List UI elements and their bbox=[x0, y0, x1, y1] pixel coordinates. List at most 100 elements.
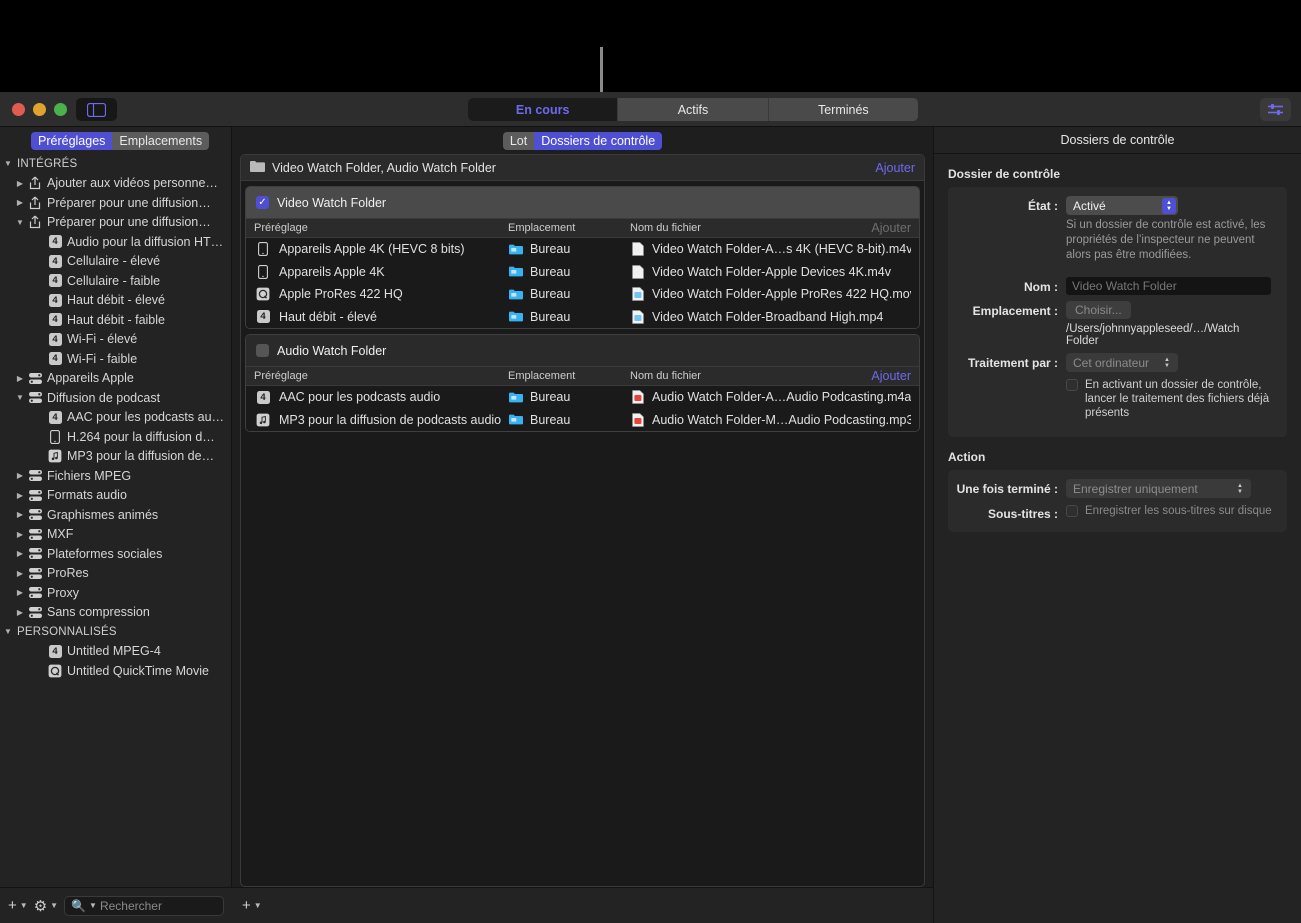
tab-en-cours[interactable]: En cours bbox=[468, 98, 619, 121]
sidebar-item-aac-pour-les-podcasts-au[interactable]: 4 AAC pour les podcasts au… bbox=[0, 408, 231, 428]
state-select[interactable]: Activé ▲ ▼ bbox=[1066, 196, 1178, 215]
sidebar-item-mp3-pour-la-diffusion-de[interactable]: MP3 pour la diffusion de… bbox=[0, 447, 231, 467]
mp4-icon: 4 bbox=[46, 352, 64, 366]
table-row[interactable]: 4 Haut débit - élevé Bureau Video Watch Fol… bbox=[246, 306, 919, 329]
sidebar-item-label: Cellulaire - élevé bbox=[67, 254, 161, 269]
preset-group-icon bbox=[26, 489, 44, 502]
plus-icon: + bbox=[242, 897, 251, 914]
sidebar-tab-emplacements[interactable]: Emplacements bbox=[112, 131, 210, 150]
preset-group-icon bbox=[26, 586, 44, 599]
sidebar-item-prores[interactable]: ▶ ProRes bbox=[0, 564, 231, 584]
sidebar-item-ajouter-aux-vid-os-personne[interactable]: ▶ Ajouter aux vidéos personne… bbox=[0, 174, 231, 194]
checkbox-icon[interactable] bbox=[256, 344, 269, 357]
preset-group-icon bbox=[26, 528, 44, 541]
table-row[interactable]: 4 AAC pour les podcasts audio Bureau Audio … bbox=[246, 386, 919, 409]
table-row[interactable]: Appareils Apple 4K (HEVC 8 bits) Bureau Vi… bbox=[246, 238, 919, 261]
sidebar-item-appareils-apple[interactable]: ▶ Appareils Apple bbox=[0, 369, 231, 389]
tab-termines[interactable]: Terminés bbox=[768, 98, 918, 121]
chevron-right-icon: ▶ bbox=[16, 490, 24, 500]
sidebar-item-haut-d-bit-lev[interactable]: 4 Haut débit - élevé bbox=[0, 291, 231, 311]
sidebar-item-h-264-pour-la-diffusion-d[interactable]: H.264 pour la diffusion d… bbox=[0, 427, 231, 447]
location-name: Bureau bbox=[530, 412, 571, 427]
window-titlebar: En cours Actifs Terminés bbox=[0, 92, 1301, 127]
mp4-icon: 4 bbox=[254, 310, 272, 324]
mp4-icon: 4 bbox=[46, 274, 64, 288]
batch-watchfolders-segmented-control[interactable]: Lot Dossiers de contrôle bbox=[502, 131, 663, 150]
sidebar-panel-icon[interactable] bbox=[76, 98, 117, 121]
tab-actifs[interactable]: Actifs bbox=[618, 98, 769, 121]
sidebar-item-pr-parer-pour-une-diffusion[interactable]: ▶ Préparer pour une diffusion… bbox=[0, 193, 231, 213]
presets-tree[interactable]: ▼ INTÉGRÉS ▶ Ajouter aux vidéos personne… ▶ P… bbox=[0, 154, 231, 887]
tab-dossiers-de-controle[interactable]: Dossiers de contrôle bbox=[534, 131, 663, 150]
sidebar-item-wi-fi-lev[interactable]: 4 Wi-Fi - élevé bbox=[0, 330, 231, 350]
when-done-select-value: Enregistrer uniquement bbox=[1073, 481, 1198, 496]
state-select-value: Activé bbox=[1073, 198, 1106, 213]
sidebar-item-proxy[interactable]: ▶ Proxy bbox=[0, 583, 231, 603]
sidebar-item-graphismes-anim-s[interactable]: ▶ Graphismes animés bbox=[0, 505, 231, 525]
sidebar-item-formats-audio[interactable]: ▶ Formats audio bbox=[0, 486, 231, 506]
inspector-title: Dossiers de contrôle bbox=[934, 127, 1301, 154]
name-label: Nom : bbox=[1024, 280, 1058, 294]
m4v-file-icon bbox=[630, 242, 645, 256]
checkbox-icon[interactable]: ✓ bbox=[256, 196, 269, 209]
existing-files-label: En activant un dossier de contrôle, lanc… bbox=[1085, 379, 1270, 419]
when-done-select[interactable]: Enregistrer uniquement ▲ ▼ bbox=[1066, 479, 1251, 498]
sidebar-item-sans-compression[interactable]: ▶ Sans compression bbox=[0, 603, 231, 623]
sidebar-item-untitled-quicktime-movie[interactable]: Untitled QuickTime Movie bbox=[0, 661, 231, 681]
watch-folder-group-name: Video Watch Folder bbox=[277, 195, 387, 210]
watch-folder-group-header[interactable]: Audio Watch Folder bbox=[246, 335, 919, 366]
tab-lot[interactable]: Lot bbox=[502, 131, 535, 150]
sidebar-segmented-control[interactable]: Préréglages Emplacements bbox=[31, 131, 210, 150]
sidebar-item-fichiers-mpeg[interactable]: ▶ Fichiers MPEG bbox=[0, 466, 231, 486]
processing-row: Traitement par : Cet ordinateur ▲ ▼ bbox=[948, 353, 1287, 372]
cell-location: Bureau bbox=[508, 242, 630, 256]
sidebar-item-mxf[interactable]: ▶ MXF bbox=[0, 525, 231, 545]
sidebar-item-label: Ajouter aux vidéos personne… bbox=[47, 176, 218, 191]
minimize-button[interactable] bbox=[33, 103, 46, 116]
cell-filename: Audio Watch Folder-A…Audio Podcasting.m4… bbox=[630, 390, 911, 404]
sidebar-item-plateformes-sociales[interactable]: ▶ Plateformes sociales bbox=[0, 544, 231, 564]
processing-select[interactable]: Cet ordinateur ▲ ▼ bbox=[1066, 353, 1178, 372]
sliders-icon[interactable] bbox=[1260, 98, 1291, 121]
preset-settings-button[interactable]: ⚙ ▼ bbox=[34, 897, 58, 915]
add-preset-link[interactable]: Ajouter bbox=[871, 221, 911, 235]
close-button[interactable] bbox=[12, 103, 25, 116]
sidebar-item-haut-d-bit-faible[interactable]: 4 Haut débit - faible bbox=[0, 310, 231, 330]
add-preset-link[interactable]: Ajouter bbox=[871, 369, 911, 383]
chevron-right-icon: ▶ bbox=[16, 198, 24, 208]
choose-location-button[interactable]: Choisir... bbox=[1066, 301, 1131, 319]
add-job-button[interactable]: + ▼ bbox=[242, 897, 262, 914]
job-status-tabs[interactable]: En cours Actifs Terminés bbox=[468, 98, 918, 121]
maximize-button[interactable] bbox=[54, 103, 67, 116]
sidebar-tab-prereglages[interactable]: Préréglages bbox=[31, 131, 113, 150]
file-name: Audio Watch Folder-M…Audio Podcasting.mp… bbox=[652, 412, 911, 427]
table-row[interactable]: Apple ProRes 422 HQ Bureau Video Watch Fol… bbox=[246, 283, 919, 306]
location-name: Bureau bbox=[530, 390, 571, 405]
folder-icon bbox=[508, 266, 524, 277]
sidebar-item-label: H.264 pour la diffusion d… bbox=[67, 429, 215, 444]
sidebar-item-audio-pour-la-diffusion-ht[interactable]: 4 Audio pour la diffusion HT… bbox=[0, 232, 231, 252]
add-watch-folder-link[interactable]: Ajouter bbox=[875, 161, 915, 175]
chevron-right-icon: ▶ bbox=[16, 529, 24, 539]
preset-group-icon bbox=[26, 391, 44, 404]
sidebar-item-cellulaire-lev[interactable]: 4 Cellulaire - élevé bbox=[0, 252, 231, 272]
sidebar-item-personnalis-s[interactable]: ▼ PERSONNALISÉS bbox=[0, 622, 231, 642]
inspector-panel: Dossiers de contrôle Dossier de contrôle… bbox=[933, 127, 1301, 923]
cell-location: Bureau bbox=[508, 287, 630, 301]
table-row[interactable]: MP3 pour la diffusion de podcasts audio B… bbox=[246, 409, 919, 432]
table-row[interactable]: Appareils Apple 4K Bureau Video Watch Fold… bbox=[246, 261, 919, 284]
existing-files-checkbox[interactable]: En activant un dossier de contrôle, lanc… bbox=[1066, 378, 1273, 420]
watch-folder-settings-panel: État : Activé ▲ ▼ Si un dossier de contrô… bbox=[948, 187, 1287, 437]
name-field[interactable]: Video Watch Folder bbox=[1066, 277, 1271, 295]
sidebar-item-cellulaire-faible[interactable]: 4 Cellulaire - faible bbox=[0, 271, 231, 291]
sidebar-item-pr-parer-pour-une-diffusion[interactable]: ▼ Préparer pour une diffusion… bbox=[0, 213, 231, 233]
sidebar-item-diffusion-de-podcast[interactable]: ▼ Diffusion de podcast bbox=[0, 388, 231, 408]
sidebar-item-untitled-mpeg-4[interactable]: 4 Untitled MPEG-4 bbox=[0, 642, 231, 662]
watch-folder-group-header[interactable]: ✓ Video Watch Folder bbox=[246, 187, 919, 218]
sidebar-item-int-gr-s[interactable]: ▼ INTÉGRÉS bbox=[0, 154, 231, 174]
search-input[interactable]: 🔍 ▼ Rechercher bbox=[64, 895, 224, 916]
subtitles-checkbox[interactable]: Enregistrer les sous-titres sur disque bbox=[1066, 504, 1273, 518]
sidebar-item-label: Formats audio bbox=[47, 488, 127, 503]
sidebar-item-wi-fi-faible[interactable]: 4 Wi-Fi - faible bbox=[0, 349, 231, 369]
add-preset-button[interactable]: + ▼ bbox=[8, 897, 28, 914]
